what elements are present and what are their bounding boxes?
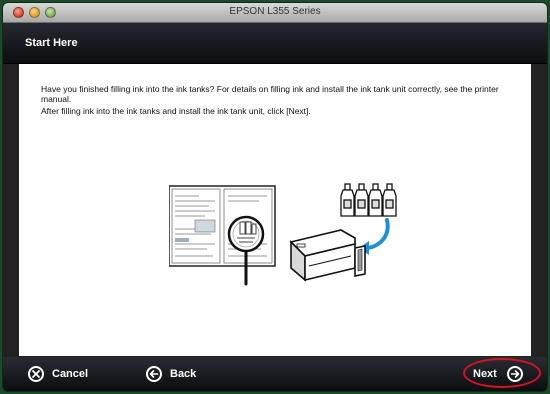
- ink-bottles-illustration: [340, 183, 397, 217]
- printer-illustration: [289, 229, 366, 282]
- step-header: Start Here: [3, 23, 547, 64]
- ink-filling-illustration: [168, 182, 409, 347]
- cancel-button[interactable]: Cancel: [28, 365, 88, 383]
- instruction-line-1: Have you finished filling ink into the i…: [41, 84, 499, 104]
- x-circle-icon: [28, 366, 44, 382]
- installer-window: EPSON L355 Series Start Here Have you fi…: [3, 3, 547, 391]
- page-title: Start Here: [25, 37, 78, 49]
- arrow-left-circle-icon: [146, 366, 162, 382]
- back-button[interactable]: Back: [146, 365, 196, 383]
- cancel-label: Cancel: [52, 368, 89, 380]
- window-title: EPSON L355 Series: [229, 6, 321, 17]
- illustration-svg: [168, 183, 397, 286]
- navigation-footer: Cancel Back Next: [3, 357, 547, 391]
- back-label: Back: [170, 368, 197, 380]
- content-panel: Have you finished filling ink into the i…: [19, 64, 531, 356]
- instructions-text: Have you finished filling ink into the i…: [41, 84, 511, 118]
- title-bar: EPSON L355 Series: [3, 3, 547, 23]
- instruction-line-2: After filling ink into the ink tanks and…: [41, 106, 311, 116]
- next-highlight-ring: [463, 358, 541, 388]
